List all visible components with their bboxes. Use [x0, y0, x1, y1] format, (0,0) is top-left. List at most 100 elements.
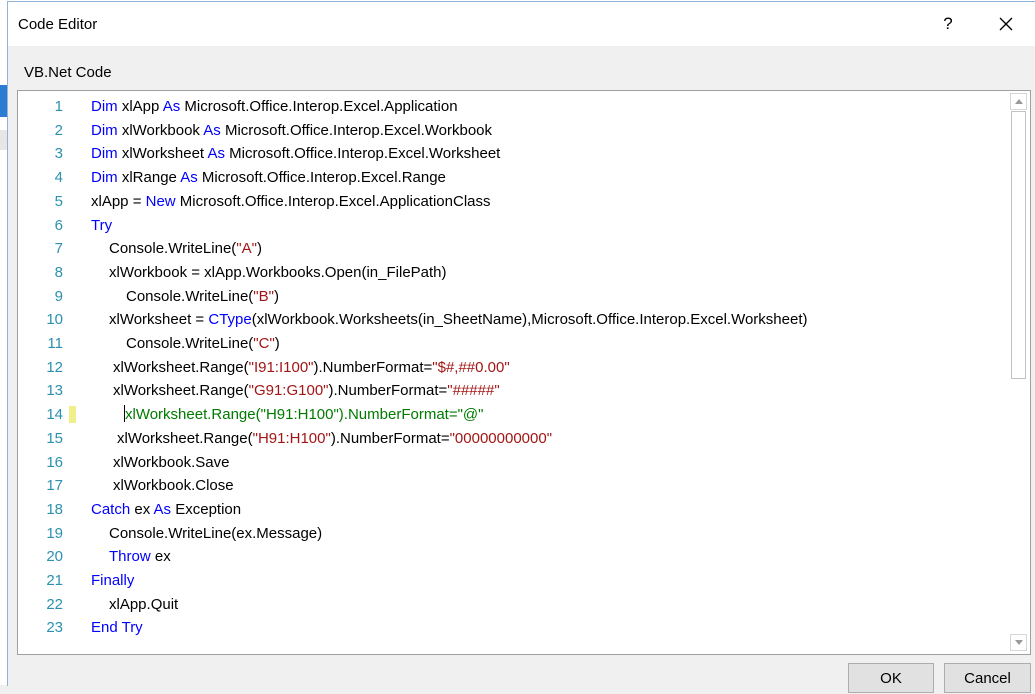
line-number: 21 [46, 572, 63, 589]
code-line[interactable]: 23 End Try [18, 616, 1008, 640]
ok-button[interactable]: OK [848, 663, 934, 693]
code-line-text: xlApp.Quit [109, 593, 178, 617]
chevron-down-icon [1015, 640, 1023, 645]
scroll-up-button[interactable] [1010, 93, 1027, 110]
code-token: Console.WriteLine( [109, 240, 237, 258]
code-token: xlWorkbook [117, 121, 204, 139]
scroll-down-button[interactable] [1010, 634, 1027, 651]
chevron-up-icon [1015, 99, 1023, 104]
code-token: Microsoft.Office.Interop.Excel.Applicati… [180, 98, 458, 115]
keyword-token: New [145, 192, 176, 210]
code-token: ) [256, 240, 262, 258]
close-button[interactable] [984, 8, 1028, 40]
code-line[interactable]: 1 Dim xlApp As Microsoft.Office.Interop.E… [18, 95, 1008, 119]
code-editor[interactable]: 1 Dim xlApp As Microsoft.Office.Interop.E… [17, 90, 1031, 655]
code-line[interactable]: 8 xlWorkbook = xlApp.Workbooks.Open(in_Fi… [18, 261, 1008, 285]
line-number: 7 [54, 240, 63, 258]
code-line-text: Console.WriteLine("C") [126, 332, 280, 356]
code-token: xlRange [117, 169, 181, 187]
code-editor-dialog: Code Editor ? VB.Net Code 1 Dim xlApp As … [7, 1, 1035, 693]
code-line[interactable]: 2 Dim xlWorkbook As Microsoft.Office.Inte… [18, 119, 1008, 143]
code-line[interactable]: 9 Console.WriteLine("B") [18, 285, 1008, 309]
line-number: 13 [46, 382, 63, 400]
line-number: 22 [46, 595, 63, 613]
code-token: Microsoft.Office.Interop.Excel.Workbook [220, 121, 492, 139]
code-line[interactable]: 15 xlWorksheet.Range("H91:H100").NumberFo… [18, 427, 1008, 451]
code-line-text: xlWorksheet.Range("I91:I100").NumberForm… [113, 356, 510, 380]
code-line-text: Console.WriteLine("A") [109, 237, 262, 261]
code-token: xlWorkbook = xlApp.Workbooks.Open(in_Fil… [109, 263, 447, 281]
line-number: 1 [54, 98, 63, 115]
line-number: 3 [54, 145, 63, 163]
code-line-text: Throw ex [109, 545, 171, 569]
line-number: 5 [54, 192, 63, 210]
code-token: ).NumberFormat= [313, 358, 433, 376]
code-line[interactable]: 12 xlWorksheet.Range("I91:I100").NumberFo… [18, 356, 1008, 380]
dialog-titlebar: Code Editor ? [8, 2, 1035, 46]
help-button[interactable]: ? [929, 8, 967, 40]
code-line-text: Dim xlWorkbook As Microsoft.Office.Inter… [91, 119, 492, 143]
code-line-text: Try [91, 214, 112, 238]
code-token: ex [130, 500, 154, 518]
code-token: (xlWorkbook.Worksheets(in_SheetName),Mic… [251, 311, 808, 329]
keyword-token: As [162, 98, 181, 115]
code-token: ).NumberFormat= [328, 382, 448, 400]
code-line[interactable]: 5 xlApp = New Microsoft.Office.Interop.Ex… [18, 190, 1008, 214]
code-line[interactable]: 16 xlWorkbook.Save [18, 451, 1008, 475]
string-token: "H91:H100" [252, 429, 331, 447]
code-line[interactable]: 17 xlWorkbook.Close [18, 474, 1008, 498]
dialog-title: Code Editor [18, 16, 98, 33]
code-line[interactable]: 11 Console.WriteLine("C") [18, 332, 1008, 356]
code-line[interactable]: 19 Console.WriteLine(ex.Message) [18, 522, 1008, 546]
code-line-text: Catch ex As Exception [91, 498, 241, 522]
code-line[interactable]: 13 xlWorksheet.Range("G91:G100").NumberFo… [18, 379, 1008, 403]
keyword-token: As [203, 121, 221, 139]
string-token: "B" [253, 287, 274, 305]
code-line[interactable]: 7 Console.WriteLine("A") [18, 237, 1008, 261]
code-line-text: xlWorksheet.Range("H91:H100").NumberForm… [124, 403, 483, 427]
code-line-text: Finally [91, 569, 134, 593]
code-line-text: Console.WriteLine(ex.Message) [109, 522, 322, 546]
code-text-area[interactable]: 1 Dim xlApp As Microsoft.Office.Interop.E… [18, 95, 1008, 650]
code-token: Microsoft.Office.Interop.Excel.Applicati… [175, 192, 491, 210]
code-token: ).NumberFormat= [330, 429, 450, 447]
code-language-label: VB.Net Code [24, 64, 112, 81]
code-token: xlWorkbook.Save [113, 453, 230, 471]
code-line[interactable]: 20 Throw ex [18, 545, 1008, 569]
line-number: 9 [54, 287, 63, 305]
keyword-token: As [207, 145, 225, 163]
background-app-accent-secondary [0, 130, 7, 150]
code-line[interactable]: 10 xlWorksheet = CType(xlWorkbook.Workshe… [18, 308, 1008, 332]
code-line[interactable]: 6 Try [18, 214, 1008, 238]
string-token: "00000000000" [449, 429, 553, 447]
string-token: "$#,##0.00" [432, 358, 510, 376]
code-token: xlWorkbook.Close [113, 477, 234, 495]
keyword-token: Try [91, 216, 113, 234]
code-line[interactable]: 22 xlApp.Quit [18, 593, 1008, 617]
line-number: 20 [46, 548, 63, 566]
code-line-text: Dim xlWorksheet As Microsoft.Office.Inte… [91, 142, 500, 166]
code-line[interactable]: 14 xlWorksheet.Range("H91:H100").NumberFo… [18, 403, 1008, 427]
code-line-text: Console.WriteLine("B") [126, 285, 279, 309]
close-icon [999, 17, 1013, 31]
code-token: ) [274, 335, 280, 352]
changed-line-marker [69, 406, 76, 424]
keyword-token: Finally [91, 572, 135, 589]
code-token: ) [273, 287, 279, 305]
line-number: 4 [54, 169, 63, 187]
code-line[interactable]: 4 Dim xlRange As Microsoft.Office.Interop… [18, 166, 1008, 190]
code-token: xlWorksheet.Range( [117, 429, 253, 447]
vertical-scrollbar[interactable] [1010, 93, 1027, 651]
line-number: 15 [46, 429, 63, 447]
keyword-token: Throw [109, 548, 151, 566]
keyword-token: End Try [91, 619, 143, 637]
code-line-text: End Try [91, 616, 143, 640]
keyword-token: Dim [91, 121, 118, 139]
code-line[interactable]: 21 Finally [18, 569, 1008, 593]
line-number: 18 [46, 500, 63, 518]
scroll-thumb[interactable] [1011, 111, 1026, 379]
keyword-token: Dim [91, 169, 118, 187]
code-line[interactable]: 18 Catch ex As Exception [18, 498, 1008, 522]
cancel-button[interactable]: Cancel [944, 663, 1031, 693]
code-line[interactable]: 3 Dim xlWorksheet As Microsoft.Office.Int… [18, 142, 1008, 166]
